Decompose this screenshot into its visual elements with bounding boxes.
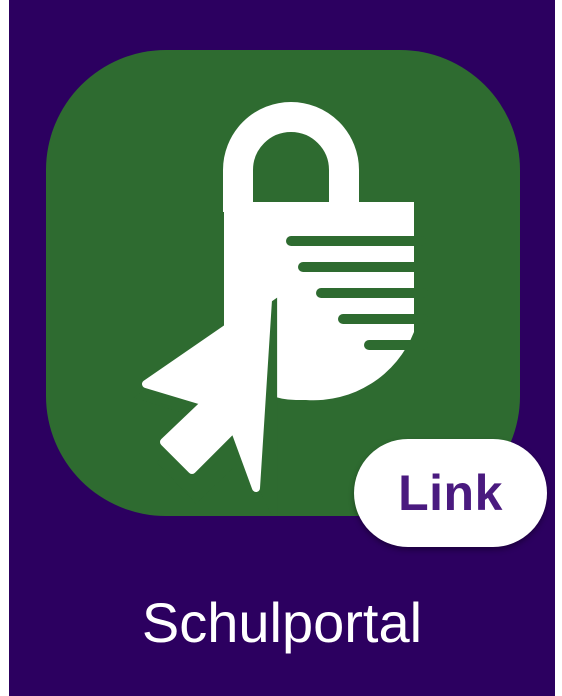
link-badge-label: Link <box>398 465 503 521</box>
app-name-label[interactable]: Schulportal <box>9 590 555 655</box>
app-launcher-background: Link Schulportal <box>9 0 555 696</box>
link-badge: Link <box>354 439 547 547</box>
